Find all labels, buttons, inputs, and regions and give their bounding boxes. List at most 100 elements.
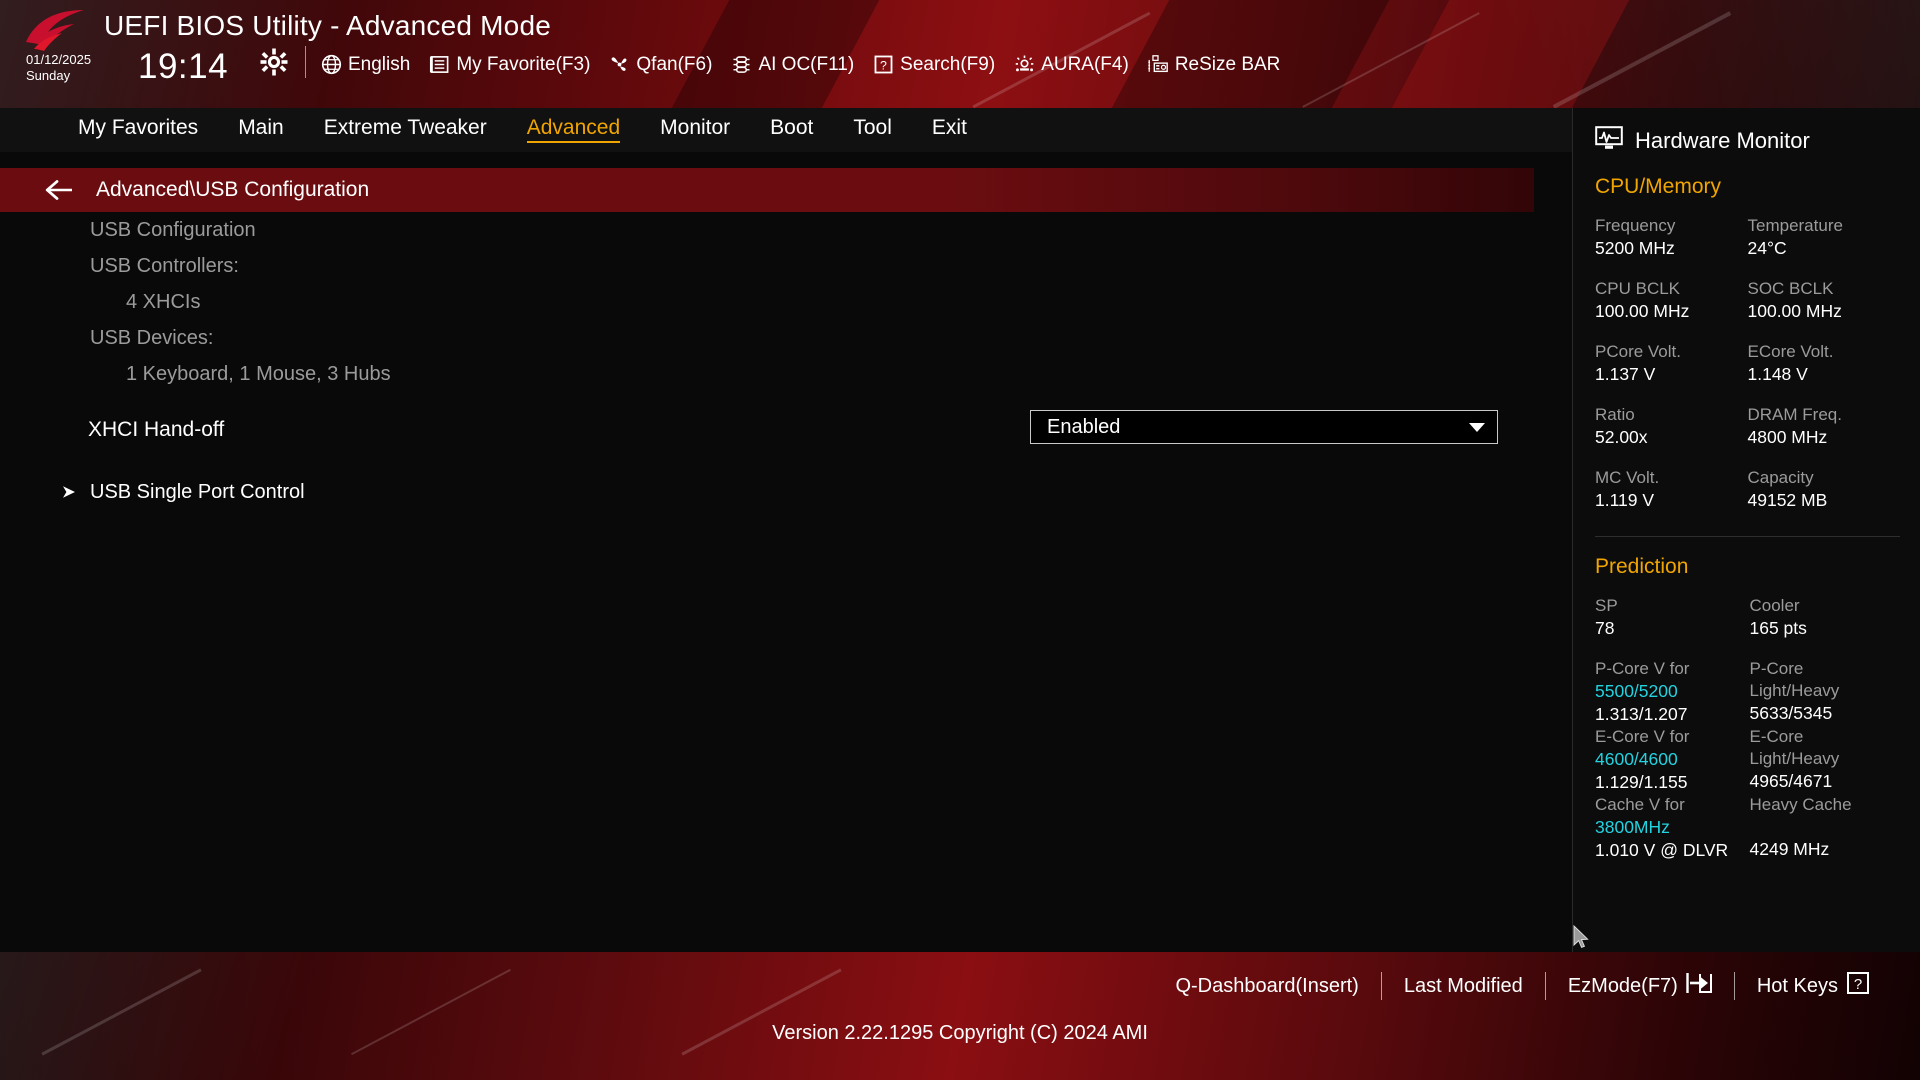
search-button[interactable]: ? Search(F9): [872, 53, 995, 75]
submenu-arrow-icon: [63, 486, 75, 498]
ai-oc-button[interactable]: AI OC(F11): [730, 53, 854, 75]
stat-key: P-Core V for: [1595, 659, 1690, 678]
usb-configuration-heading: USB Configuration: [90, 218, 256, 241]
pred-sp: SP 78: [1595, 595, 1746, 640]
breadcrumb: Advanced\USB Configuration: [0, 168, 1534, 212]
stat-key: Cooler: [1749, 596, 1800, 615]
stat-key: Frequency: [1595, 216, 1676, 235]
stat-key: Ratio: [1595, 405, 1635, 424]
tab-exit[interactable]: Exit: [932, 117, 967, 143]
stat-value: 165 pts: [1749, 618, 1807, 638]
pred-pcore-light-heavy: P-Core Light/Heavy 5633/5345: [1750, 658, 1901, 726]
last-modified-label: Last Modified: [1403, 974, 1523, 997]
main-content: USB Configuration USB Controllers: 4 XHC…: [0, 212, 1534, 1080]
stat-key: Heavy Cache: [1749, 795, 1852, 814]
tab-extreme-tweaker[interactable]: Extreme Tweaker: [324, 117, 487, 143]
xhci-handoff-value: Enabled: [1047, 415, 1121, 438]
hot-keys-button[interactable]: Hot Keys ?: [1735, 971, 1892, 1001]
my-favorite-button[interactable]: My Favorite(F3): [428, 53, 590, 75]
stat-key: PCore Volt.: [1595, 342, 1681, 361]
stat-key-2: Light/Heavy: [1749, 681, 1840, 700]
stat-value: 100.00 MHz: [1747, 301, 1842, 321]
stat-value: 1.010 V @ DLVR: [1595, 840, 1729, 860]
gear-icon[interactable]: [258, 46, 290, 78]
xhci-handoff-row[interactable]: XHCI Hand-off Enabled: [0, 402, 1534, 458]
back-arrow-icon[interactable]: [44, 179, 74, 201]
stat-key: E-Core V for: [1595, 727, 1690, 746]
stat-dram-freq: DRAM Freq. 4800 MHz: [1748, 404, 1901, 449]
stat-capacity: Capacity 49152 MB: [1748, 467, 1901, 512]
stat-ecore-volt: ECore Volt. 1.148 V: [1748, 341, 1901, 386]
pred-pcore-v: P-Core V for 5500/5200 1.313/1.207: [1595, 658, 1746, 726]
tab-monitor[interactable]: Monitor: [660, 117, 730, 143]
arrow-right-box-icon: [1686, 971, 1712, 1001]
hot-keys-label: Hot Keys: [1756, 974, 1838, 997]
stat-key: SP: [1595, 596, 1618, 615]
resize-bar-label: ReSize BAR: [1174, 53, 1281, 75]
stat-value: 100.00 MHz: [1595, 301, 1690, 321]
stat-value: 4249 MHz: [1749, 839, 1830, 859]
stat-key-2: Light/Heavy: [1749, 749, 1840, 768]
aura-icon: [1013, 53, 1035, 75]
stat-key: Cache V for: [1595, 795, 1685, 814]
pred-cache-v: Cache V for 3800MHz 1.010 V @ DLVR: [1595, 794, 1746, 862]
list-item: 1 Keyboard, 1 Mouse, 3 Hubs: [0, 356, 1534, 392]
list-item: 4 XHCIs: [0, 284, 1534, 320]
usb-controllers-value: 4 XHCIs: [126, 290, 201, 313]
q-dashboard-label: Q-Dashboard(Insert): [1175, 974, 1359, 997]
qfan-label: Qfan(F6): [636, 53, 713, 75]
header-bar: UEFI BIOS Utility - Advanced Mode 01/12/…: [0, 0, 1920, 108]
stat-key: SOC BCLK: [1747, 279, 1834, 298]
stat-temperature: Temperature 24°C: [1748, 215, 1901, 260]
xhci-handoff-label: XHCI Hand-off: [88, 418, 225, 441]
tab-tool[interactable]: Tool: [853, 117, 892, 143]
stat-key-highlight: 3800MHz: [1595, 817, 1670, 837]
resizebar-icon: [1147, 53, 1169, 75]
stat-key: MC Volt.: [1595, 468, 1660, 487]
stat-key-highlight: 5500/5200: [1595, 681, 1678, 701]
stat-value: 78: [1595, 618, 1615, 638]
stat-key: P-Core: [1749, 659, 1804, 678]
pred-heavy-cache: Heavy Cache 4249 MHz: [1750, 794, 1901, 862]
last-modified-button[interactable]: Last Modified: [1382, 975, 1545, 998]
pred-ecore-v: E-Core V for 4600/4600 1.129/1.155: [1595, 726, 1746, 794]
stat-value: 24°C: [1747, 238, 1787, 258]
usb-controllers-label: USB Controllers:: [90, 254, 239, 277]
panel-divider: [1595, 536, 1900, 537]
tab-boot[interactable]: Boot: [770, 117, 813, 143]
chevron-down-icon: [1469, 422, 1485, 432]
stat-mc-volt: MC Volt. 1.119 V: [1595, 467, 1748, 512]
globe-icon: [320, 53, 342, 75]
aura-label: AURA(F4): [1041, 53, 1129, 75]
stat-value: 4800 MHz: [1747, 427, 1828, 447]
fan-icon: [608, 53, 630, 75]
header-decor-poly: [1380, 0, 1640, 108]
stat-value: 4965/4671: [1749, 771, 1833, 791]
ez-mode-button[interactable]: EzMode(F7): [1546, 971, 1734, 1001]
stat-key: Capacity: [1747, 468, 1814, 487]
tab-my-favorites[interactable]: My Favorites: [78, 117, 198, 143]
xhci-handoff-dropdown[interactable]: Enabled: [1030, 410, 1498, 444]
aura-button[interactable]: AURA(F4): [1013, 53, 1129, 75]
clock-text: 19:14: [138, 47, 229, 86]
hardware-monitor-title-text: Hardware Monitor: [1635, 127, 1810, 153]
list-icon: [428, 53, 450, 75]
language-label: English: [348, 53, 411, 75]
usb-single-port-control-item[interactable]: USB Single Port Control: [0, 472, 1534, 512]
q-dashboard-button[interactable]: Q-Dashboard(Insert): [1153, 975, 1380, 998]
pred-cooler: Cooler 165 pts: [1750, 595, 1901, 640]
cpu-memory-section-title: CPU/Memory: [1595, 175, 1722, 198]
qfan-button[interactable]: Qfan(F6): [608, 53, 712, 75]
tab-main[interactable]: Main: [238, 117, 284, 143]
language-button[interactable]: English: [320, 53, 410, 75]
ez-mode-label: EzMode(F7): [1567, 974, 1678, 997]
header-divider: [305, 46, 306, 78]
stat-value: 1.129/1.155: [1595, 772, 1688, 792]
resize-bar-button[interactable]: ReSize BAR: [1147, 53, 1281, 75]
stat-value: 1.137 V: [1595, 364, 1656, 384]
stat-value: 49152 MB: [1747, 490, 1828, 510]
tab-advanced[interactable]: Advanced: [526, 117, 621, 143]
bottom-bar: Q-Dashboard(Insert) Last Modified EzMode…: [0, 952, 1920, 1080]
stat-value: 5200 MHz: [1595, 238, 1675, 258]
hardware-monitor-panel: Hardware Monitor CPU/Memory Frequency 52…: [1572, 108, 1920, 955]
